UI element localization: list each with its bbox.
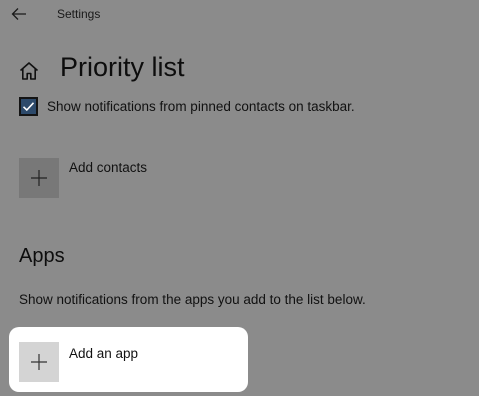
arrow-left-icon (11, 8, 26, 20)
add-an-app-label: Add an app (69, 346, 139, 361)
plus-icon (31, 354, 47, 370)
add-app-tile (19, 342, 59, 382)
add-contacts-button[interactable]: Add contacts (18, 158, 218, 200)
back-button[interactable] (6, 2, 32, 26)
home-icon (19, 62, 39, 80)
window-title: Settings (57, 7, 101, 21)
apps-heading: Apps (19, 245, 65, 267)
add-contacts-label: Add contacts (69, 160, 148, 175)
checkmark-icon (22, 102, 35, 112)
page-title: Priority list (60, 52, 185, 82)
add-contacts-tile (19, 158, 59, 198)
pinned-contacts-checkbox[interactable] (19, 97, 38, 116)
plus-icon (31, 170, 47, 186)
pinned-contacts-label: Show notifications from pinned contacts … (47, 99, 355, 114)
add-an-app-button[interactable]: Add an app (18, 342, 218, 384)
apps-description: Show notifications from the apps you add… (19, 292, 366, 307)
